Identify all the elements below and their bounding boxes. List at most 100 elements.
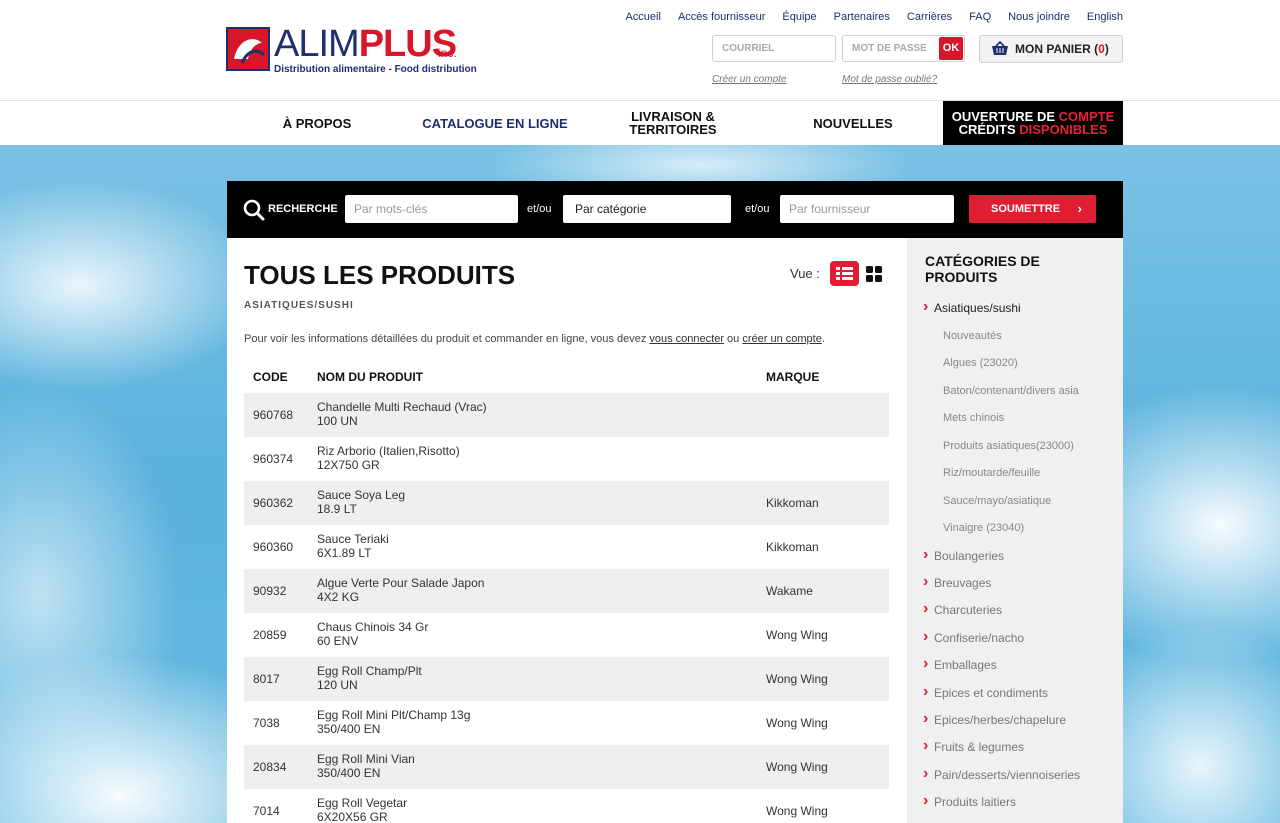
product-code: 8017 (253, 672, 280, 686)
product-name: Egg Roll Vegetar 6X20X56 GR (317, 796, 407, 823)
topnav-nous-joindre[interactable]: Nous joindre (1008, 11, 1070, 23)
product-code: 20859 (253, 628, 287, 642)
keywords-input[interactable]: Par mots-clés (345, 195, 518, 223)
nav-nouvelles[interactable]: NOUVELLES (763, 101, 943, 145)
and-or-label-1: et/ou (527, 203, 552, 215)
search-label: RECHERCHE (268, 203, 338, 215)
promo-line2-b: DISPONIBLES (1019, 122, 1108, 137)
product-title: Chaus Chinois 34 Gr (317, 620, 429, 634)
subcategory-item[interactable]: Vinaigre (23040) (943, 522, 1024, 534)
notice-text-pre: Pour voir les informations détaillées du… (244, 333, 650, 345)
category-item[interactable]: Confiserie/nacho (923, 628, 1024, 646)
category-item[interactable]: Breuvages (923, 573, 991, 591)
product-code: 960374 (253, 452, 294, 466)
table-row[interactable]: 7038 Egg Roll Mini Plt/Champ 13g 350/400 E… (244, 701, 889, 745)
table-row[interactable]: 8017 Egg Roll Champ/Plt 120 UN Wong Wing (244, 657, 889, 701)
topnav-partenaires[interactable]: Partenaires (834, 11, 890, 23)
subcategory-item[interactable]: Algues (23020) (943, 357, 1018, 369)
topnav-acces-fournisseur[interactable]: Accès fournisseur (678, 11, 765, 23)
logo-inc: inc. (438, 46, 457, 60)
category-item[interactable]: Pain/desserts/viennoiseries (923, 765, 1080, 783)
nav-a-propos[interactable]: À PROPOS (227, 101, 407, 145)
notice-text-mid: ou (724, 333, 743, 345)
view-label: Vue : (790, 266, 820, 281)
topnav-carrieres[interactable]: Carrières (907, 11, 952, 23)
table-row[interactable]: 7014 Egg Roll Vegetar 6X20X56 GR Wong Wing (244, 789, 889, 823)
table-row[interactable]: 960768 Chandelle Multi Rechaud (Vrac) 100 … (244, 393, 889, 437)
product-brand: Wong Wing (766, 628, 828, 642)
product-title: Algue Verte Pour Salade Japon (317, 576, 485, 590)
product-name: Sauce Teriaki 6X1.89 LT (317, 532, 389, 560)
alimplus-logo[interactable]: ALIMPLUS inc. Distribution alimentaire -… (226, 24, 477, 76)
category-item[interactable]: Produits laitiers (923, 792, 1016, 810)
and-or-label-2: et/ou (745, 203, 770, 215)
product-size: 120 UN (317, 678, 358, 692)
topnav-english[interactable]: English (1087, 11, 1123, 23)
login-ok-button[interactable]: OK (939, 37, 963, 60)
subcategory-item[interactable]: Mets chinois (943, 412, 1004, 424)
site-header: ALIMPLUS inc. Distribution alimentaire -… (0, 0, 1280, 101)
register-link[interactable]: créer un compte (742, 333, 821, 345)
category-item[interactable]: Emballages (923, 655, 997, 673)
category-item[interactable]: Charcuteries (923, 600, 1002, 618)
table-row[interactable]: 960374 Riz Arborio (Italien,Risotto) 12X75… (244, 437, 889, 481)
main-nav: À PROPOS CATALOGUE EN LIGNE LIVRAISON & T… (0, 101, 1280, 145)
cart-button[interactable]: MON PANIER (0) (979, 35, 1123, 63)
subcategory-item[interactable]: Nouveautés (943, 330, 1002, 342)
product-brand: Wong Wing (766, 672, 828, 686)
topnav-equipe[interactable]: Équipe (782, 11, 816, 23)
promo-line2-a: CRÉDITS (958, 122, 1020, 137)
category-item[interactable]: Epices et condiments (923, 683, 1048, 701)
category-select[interactable]: Par catégorie (563, 195, 731, 223)
table-row[interactable]: 960360 Sauce Teriaki 6X1.89 LT Kikkoman (244, 525, 889, 569)
table-row[interactable]: 960362 Sauce Soya Leg 18.9 LT Kikkoman (244, 481, 889, 525)
grid-view-icon[interactable] (866, 266, 882, 282)
cart-label: MON PANIER (1015, 42, 1091, 56)
nav-livraison-territoires[interactable]: LIVRAISON & TERRITOIRES (583, 101, 763, 145)
sidebar-title: CATÉGORIES DE PRODUITS (925, 253, 1040, 285)
submit-button[interactable]: SOUMETTRE › (969, 195, 1096, 223)
product-code: 90932 (253, 584, 287, 598)
product-brand: Wong Wing (766, 760, 828, 774)
login-link[interactable]: vous connecter (649, 333, 724, 345)
product-title: Egg Roll Vegetar (317, 796, 408, 810)
forgot-password-link[interactable]: Mot de passe oublié? (842, 74, 937, 85)
category-item[interactable]: Fruits & legumes (923, 737, 1024, 755)
table-row[interactable]: 20859 Chaus Chinois 34 Gr 60 ENV Wong Wing (244, 613, 889, 657)
product-table: CODE NOM DU PRODUIT MARQUE 960768 Chandel… (244, 365, 889, 823)
product-size: 6X20X56 GR (317, 810, 388, 823)
topnav-faq[interactable]: FAQ (969, 11, 991, 23)
submit-label: SOUMETTRE (991, 203, 1061, 215)
topnav-accueil[interactable]: Accueil (625, 11, 660, 23)
sidebar-title-line2: PRODUITS (925, 269, 998, 285)
subcategory-item[interactable]: Sauce/mayo/asiatique (943, 495, 1051, 507)
product-name: Chaus Chinois 34 Gr 60 ENV (317, 620, 428, 648)
product-brand: Kikkoman (766, 496, 819, 510)
product-brand: Wong Wing (766, 716, 828, 730)
list-view-icon[interactable] (830, 261, 859, 286)
create-account-link[interactable]: Créer un compte (712, 74, 786, 85)
product-code: 7038 (253, 716, 280, 730)
supplier-input[interactable]: Par fournisseur (780, 195, 954, 223)
product-content: TOUS LES PRODUITS ASIATIQUES/SUSHI Vue :… (227, 238, 907, 823)
product-name: Egg Roll Mini Vian 350/400 EN (317, 752, 415, 780)
category-item[interactable]: Boulangeries (923, 546, 1004, 564)
email-field[interactable]: COURRIEL (712, 35, 836, 62)
table-row[interactable]: 20834 Egg Roll Mini Vian 350/400 EN Wong Wi… (244, 745, 889, 789)
product-brand: Wakame (766, 584, 813, 598)
logo-emblem-icon (226, 27, 270, 71)
cart-count: 0 (1098, 42, 1105, 56)
category-item-active[interactable]: Asiatiques/sushi (923, 298, 1021, 316)
product-code: 960360 (253, 540, 294, 554)
nav-promo-account[interactable]: OUVERTURE DE COMPTE CRÉDITS DISPONIBLES (943, 101, 1123, 145)
subcategory-item[interactable]: Riz/moutarde/feuille (943, 467, 1040, 479)
product-title: Sauce Teriaki (317, 532, 389, 546)
login-notice: Pour voir les informations détaillées du… (244, 333, 825, 345)
product-title: Egg Roll Mini Plt/Champ 13g (317, 708, 471, 722)
product-size: 350/400 EN (317, 722, 381, 736)
subcategory-item[interactable]: Produits asiatiques(23000) (943, 440, 1074, 452)
category-item[interactable]: Epices/herbes/chapelure (923, 710, 1066, 728)
nav-catalogue-en-ligne[interactable]: CATALOGUE EN LIGNE (407, 101, 583, 145)
subcategory-item[interactable]: Baton/contenant/divers asia (943, 385, 1079, 397)
table-row[interactable]: 90932 Algue Verte Pour Salade Japon 4X2 KG… (244, 569, 889, 613)
